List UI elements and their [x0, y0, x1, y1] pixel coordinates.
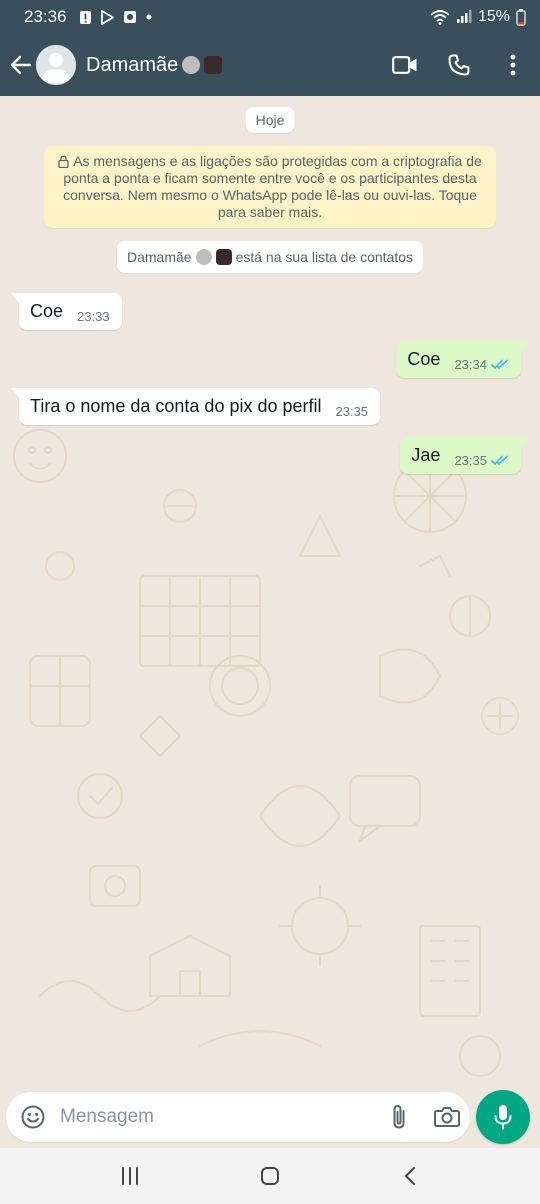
contact-avatar[interactable] [36, 45, 76, 85]
recent-apps-button[interactable] [100, 1154, 160, 1198]
encryption-notice-text: As mensagens e as ligações são protegida… [63, 153, 482, 220]
message-incoming[interactable]: Tira o nome da conta do pix do perfil 23… [11, 388, 381, 425]
camera-button[interactable] [430, 1100, 464, 1134]
recent-apps-icon [122, 1167, 138, 1185]
back-button[interactable] [6, 45, 36, 85]
back-arrow-icon [10, 55, 32, 75]
alert-icon [79, 10, 92, 25]
dot-icon [145, 13, 153, 21]
attach-button[interactable] [382, 1100, 416, 1134]
system-navigation-bar [0, 1148, 540, 1204]
date-chip: Hoje [245, 107, 295, 133]
camera-icon [434, 1107, 460, 1127]
app-icon [123, 10, 137, 24]
home-button[interactable] [240, 1154, 300, 1198]
message-text: Tira o nome da conta do pix do perfil [30, 396, 322, 416]
message-time: 23:34 [454, 357, 487, 372]
status-time: 23:36 [24, 7, 67, 26]
status-bar: 23:36 15% [0, 0, 540, 34]
read-ticks-icon [491, 455, 508, 465]
message-text: Coe [407, 349, 441, 369]
more-options-icon [510, 54, 516, 76]
message-time: 23:35 [454, 453, 487, 468]
contact-notice-name: Damamãe [126, 249, 192, 265]
message-outgoing[interactable]: Jae 23:35 [400, 437, 529, 474]
contact-notice: Damamãe está na sua lista de contatos [116, 241, 424, 273]
voice-call-icon [448, 54, 470, 76]
message-input-container [6, 1092, 470, 1142]
system-back-button[interactable] [380, 1154, 440, 1198]
play-store-icon [100, 9, 115, 25]
more-options-button[interactable] [486, 40, 540, 90]
battery-percent: 15% [477, 8, 510, 25]
signal-icon [456, 10, 472, 24]
message-input[interactable] [60, 1106, 382, 1128]
system-back-icon [405, 1167, 415, 1185]
read-ticks-icon [491, 359, 508, 369]
chat-area[interactable]: Hoje As mensagens e as ligações são prot… [0, 96, 540, 1086]
emoji-icon [21, 1105, 45, 1129]
boxer-emoji [182, 56, 201, 74]
message-incoming[interactable]: Coe 23:33 [11, 293, 122, 330]
message-text: Coe [30, 301, 64, 321]
video-call-icon [392, 56, 417, 74]
battery-icon [516, 8, 526, 26]
home-icon [261, 1167, 279, 1185]
microphone-icon [494, 1105, 512, 1130]
message-outgoing[interactable]: Coe 23:34 [396, 341, 529, 378]
encryption-notice[interactable]: As mensagens e as ligações são protegida… [44, 146, 496, 228]
emoji-button[interactable] [16, 1100, 50, 1134]
contact-name[interactable]: Damamãe [86, 53, 223, 77]
chat-header: Damamãe [0, 34, 540, 96]
message-composer [0, 1086, 540, 1148]
voice-message-button[interactable] [476, 1090, 530, 1144]
contact-notice-suffix: está na sua lista de contatos [235, 249, 414, 265]
ninja-emoji [215, 249, 232, 265]
video-call-button[interactable] [378, 40, 432, 90]
message-text: Jae [411, 445, 441, 465]
message-time: 23:33 [77, 309, 110, 324]
message-time: 23:35 [335, 404, 369, 419]
paperclip-icon [393, 1104, 405, 1129]
voice-call-button[interactable] [432, 40, 486, 90]
ninja-emoji [204, 56, 223, 74]
wifi-icon [430, 9, 450, 25]
lock-icon [58, 155, 69, 168]
default-avatar-icon [36, 45, 76, 85]
boxer-emoji [195, 249, 212, 265]
contact-name-text: Damamãe [86, 53, 179, 76]
